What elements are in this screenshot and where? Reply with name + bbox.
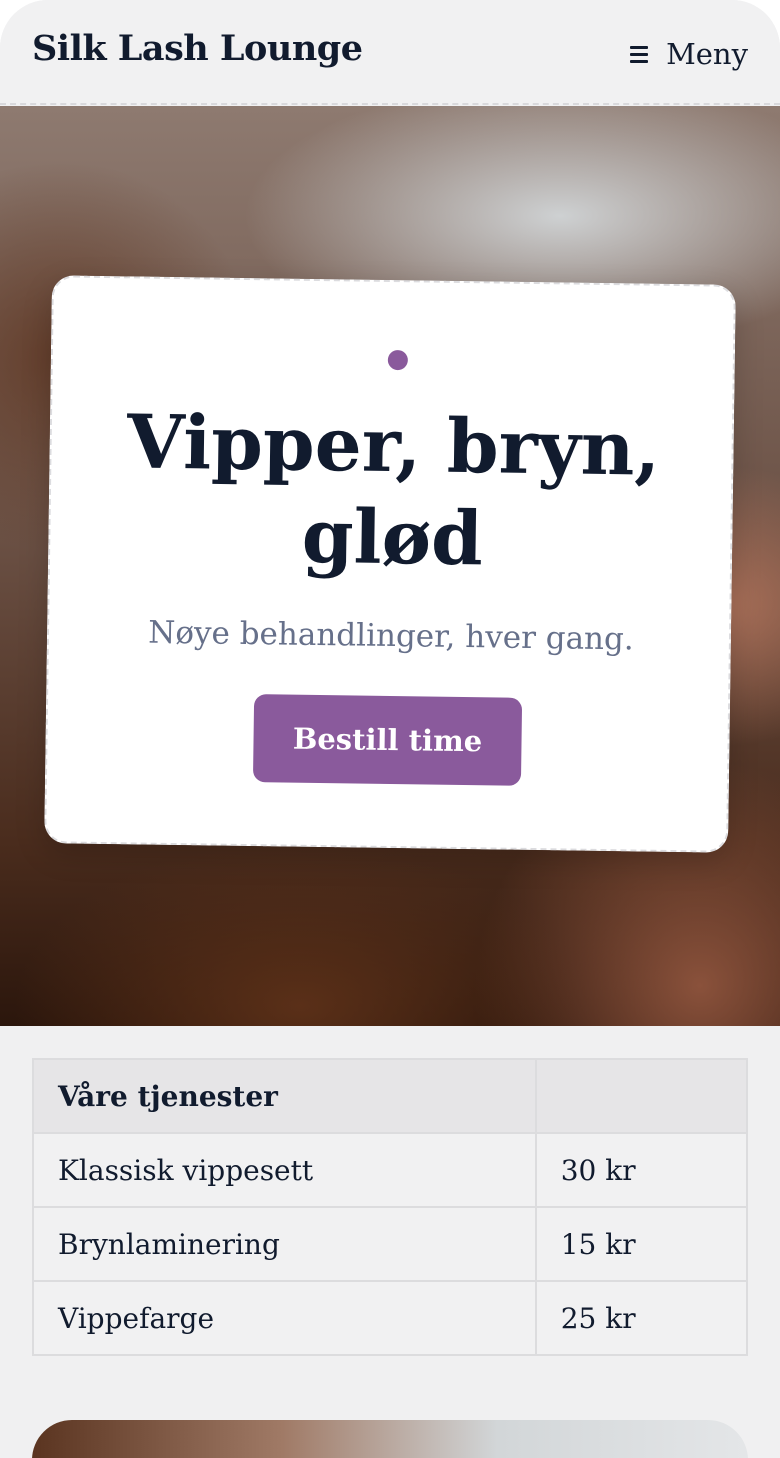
service-name: Brynlaminering [32,1206,537,1282]
table-header-price [534,1058,749,1134]
page: Silk Lash Lounge Meny Vipper, bryn, glød… [0,0,780,1458]
menu-button[interactable]: Meny [630,34,748,74]
hamburger-icon [630,45,649,63]
hero-subtitle: Nøye behandlinger, hver gang. [147,614,634,658]
table-header-row: Våre tjenester [32,1058,749,1134]
hero-section: Vipper, bryn, glød Nøye behandlinger, hv… [0,106,780,1026]
service-price: 30 kr [534,1132,749,1208]
table-row: Klassisk vippesett 30 kr [32,1132,749,1208]
table-row: Brynlaminering 15 kr [32,1206,749,1282]
service-name: Vippefarge [32,1280,537,1356]
accent-dot [387,349,408,371]
service-price: 15 kr [534,1206,749,1282]
hero-card: Vipper, bryn, glød Nøye behandlinger, hv… [44,275,736,853]
site-header: Silk Lash Lounge Meny [0,0,780,105]
menu-label: Meny [666,37,748,71]
gallery-image-card [32,1420,748,1458]
service-name: Klassisk vippesett [32,1132,537,1208]
service-price: 25 kr [534,1280,749,1356]
table-row: Vippefarge 25 kr [32,1280,749,1356]
brand-logo[interactable]: Silk Lash Lounge [32,28,363,69]
table-header-services: Våre tjenester [32,1058,537,1134]
book-appointment-button[interactable]: Bestill time [252,694,523,786]
services-table: Våre tjenester Klassisk vippesett 30 kr … [32,1058,749,1356]
hero-title: Vipper, bryn, glød [126,399,661,583]
